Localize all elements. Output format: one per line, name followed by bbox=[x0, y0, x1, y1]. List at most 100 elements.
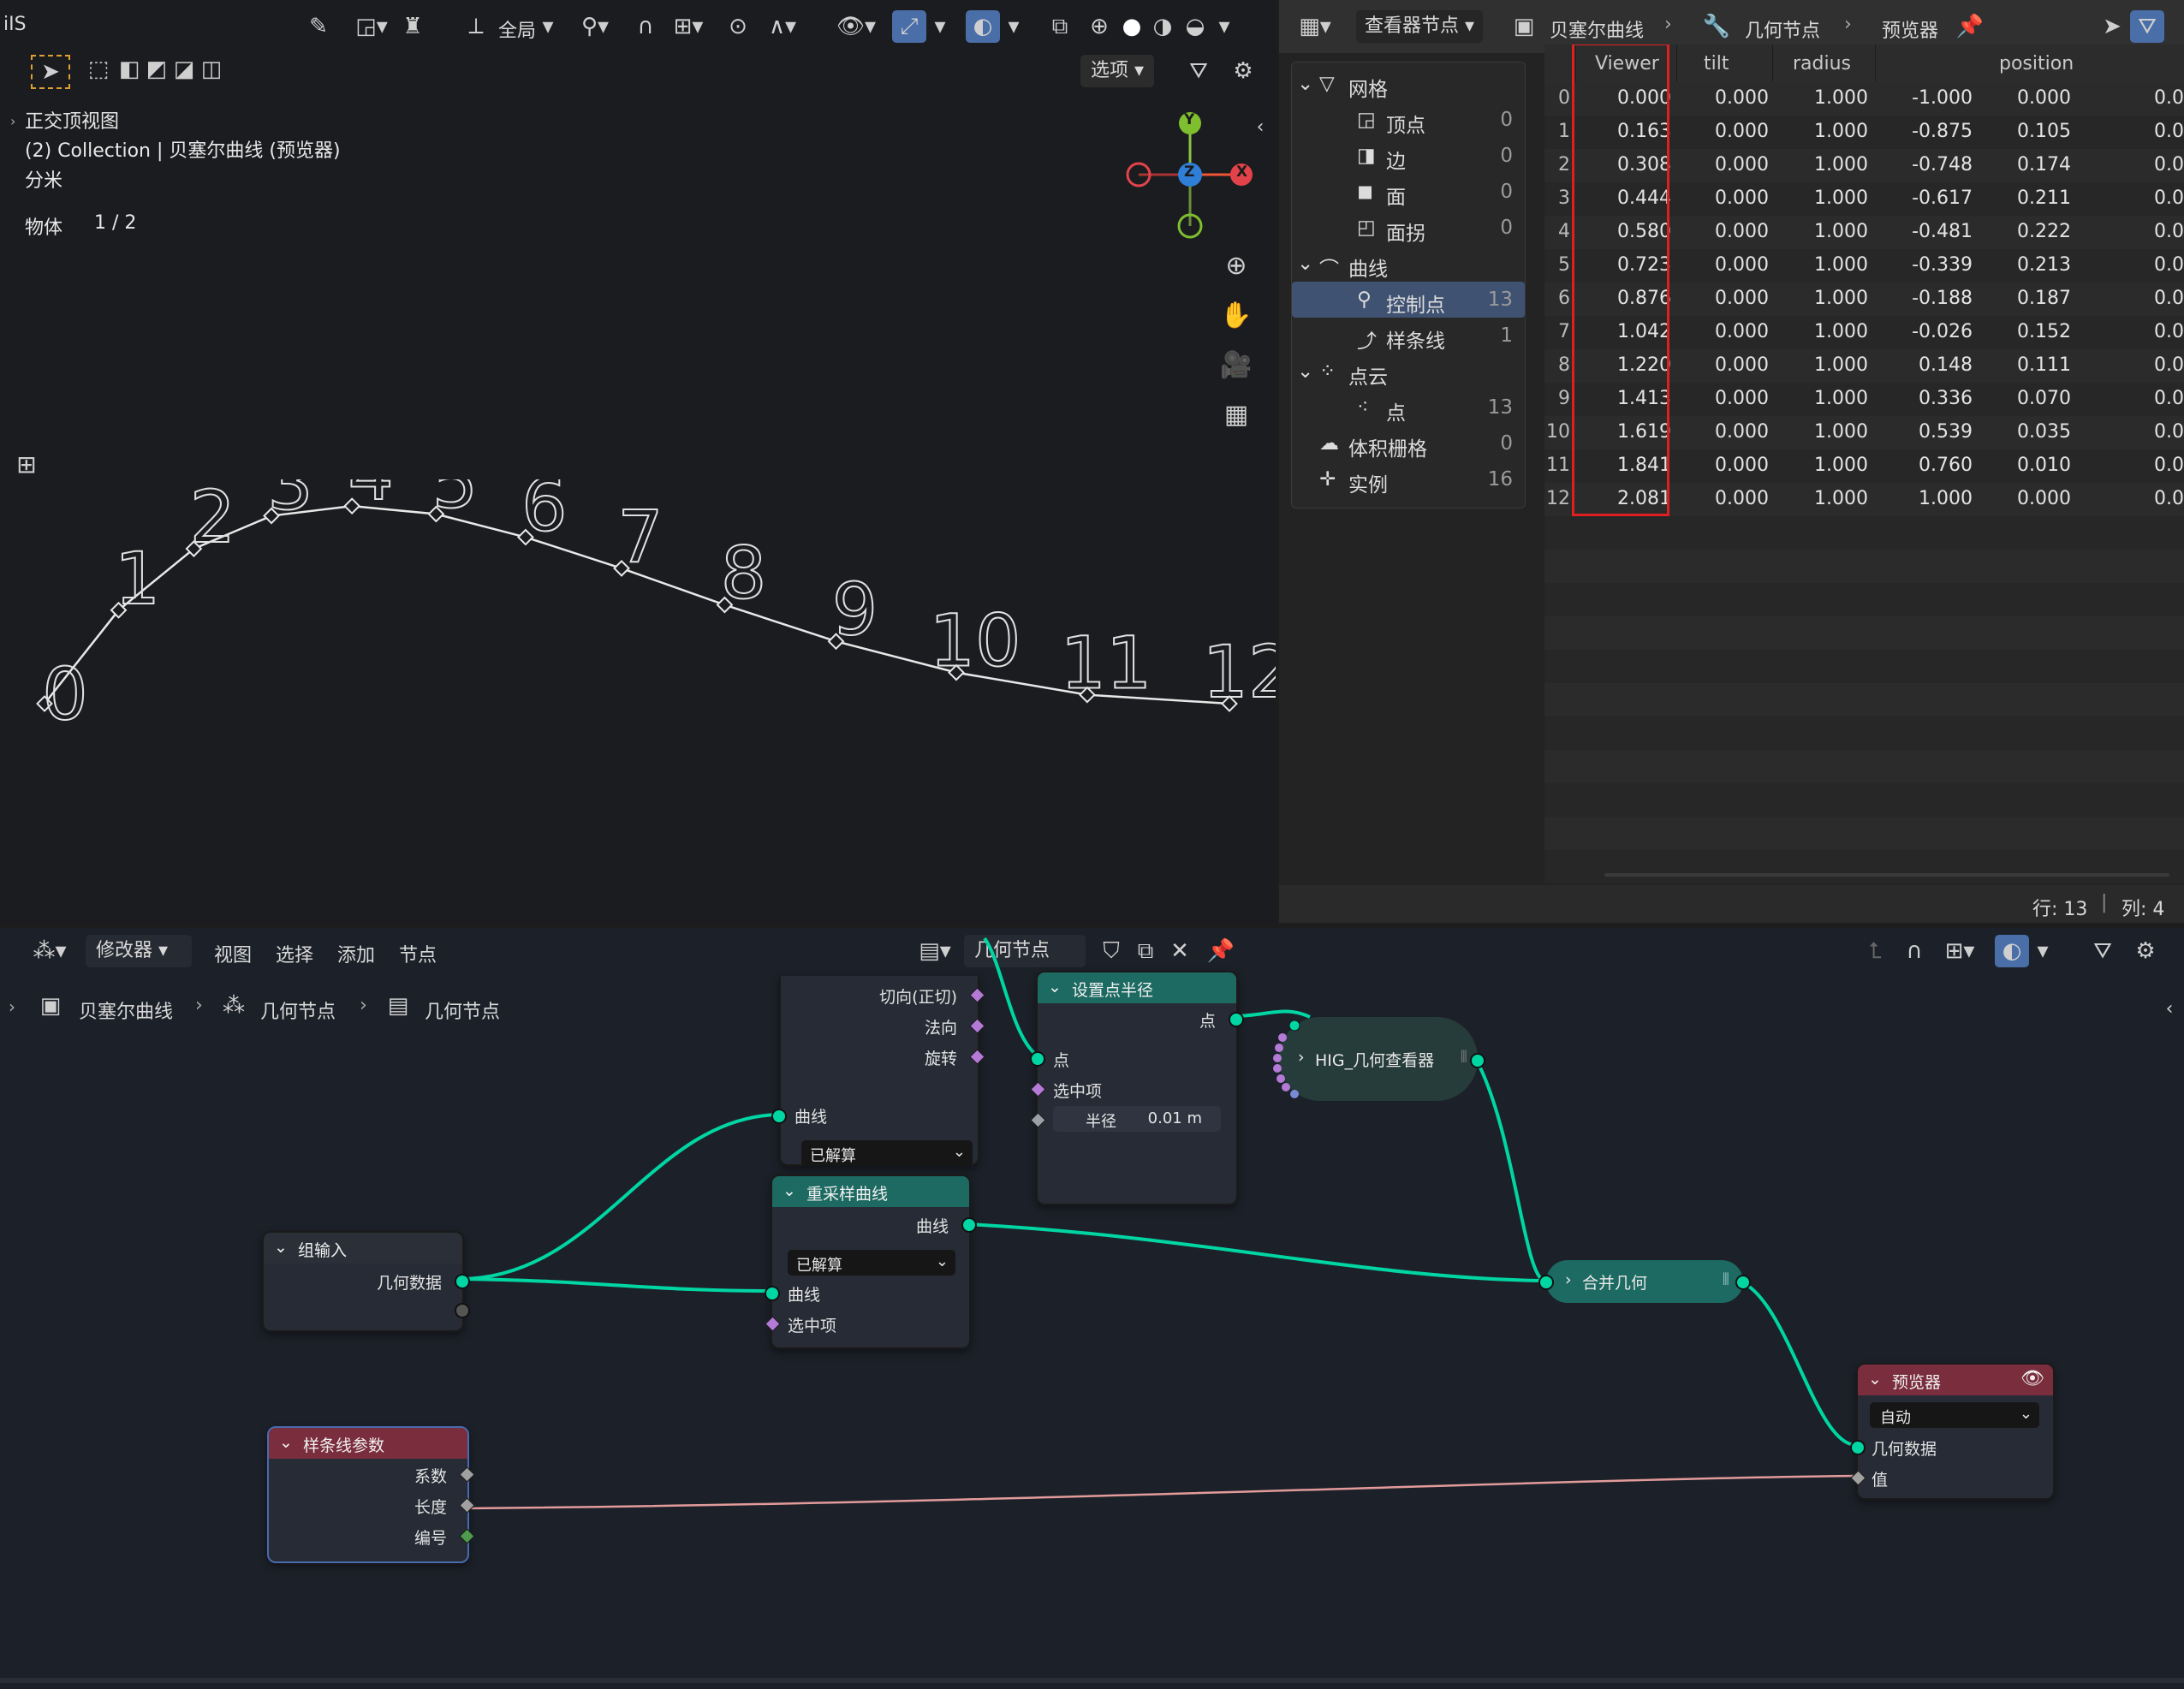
expand-arrow-icon[interactable]: › bbox=[10, 113, 15, 129]
wireframe-shading-icon[interactable]: ⊕ bbox=[1082, 10, 1116, 43]
filter-icon[interactable]: ⛛ bbox=[2130, 10, 2164, 43]
outline-item[interactable]: ◨ 边 0 bbox=[1292, 138, 1525, 174]
chevron-down-icon[interactable]: ▾ bbox=[930, 10, 950, 43]
select-subtract-icon[interactable]: ◩ bbox=[142, 53, 171, 86]
outline-item[interactable]: ⚲ 控制点 13 bbox=[1292, 282, 1525, 318]
output-geometry-socket[interactable] bbox=[1735, 1275, 1751, 1290]
chevron-down-icon[interactable]: ⌄ bbox=[1297, 73, 1313, 95]
output-geometry-socket[interactable] bbox=[455, 1274, 470, 1289]
gear-icon[interactable]: ⚙ bbox=[1226, 55, 1260, 87]
spline-parameter-node[interactable]: ⌄ 样条线参数 系数 长度 编号 bbox=[267, 1426, 475, 1563]
global-label[interactable]: 全局 bbox=[498, 15, 536, 43]
material-shading-icon[interactable]: ◑ bbox=[1146, 10, 1180, 43]
brush-icon[interactable]: ♜ bbox=[396, 10, 430, 43]
chevron-down-icon[interactable]: ⌄ bbox=[1297, 253, 1313, 275]
outline-item[interactable]: ⁖ 点 13 bbox=[1292, 390, 1525, 425]
hand-icon[interactable]: ✋ bbox=[1217, 300, 1255, 332]
snap-target-icon[interactable]: ⊞▾ bbox=[663, 10, 714, 43]
node-header[interactable]: ⌄ 组输入 bbox=[264, 1233, 462, 1264]
editor-type-icon[interactable]: ▦▾ bbox=[1291, 10, 1339, 43]
viewer-node-dropdown[interactable]: 查看器节点 ▾ bbox=[1356, 10, 1484, 43]
select-invert-icon[interactable]: ◪ bbox=[170, 53, 199, 86]
domain-dropdown[interactable]: 自动 ⌄ bbox=[1870, 1402, 2039, 1428]
pin-icon[interactable]: 📌 bbox=[1955, 10, 1985, 43]
join-geometry-node[interactable]: › 合并几何 ⦀ bbox=[1538, 1260, 1751, 1303]
output-empty-socket[interactable] bbox=[455, 1303, 470, 1318]
drag-handle-icon[interactable]: ⦀ bbox=[1723, 1270, 1729, 1289]
outline-item[interactable]: ☁ 体积栅格 0 bbox=[1292, 425, 1525, 461]
viewport-3d[interactable]: iIS ✎ ◲▾ ♜ ⟂ 全局 ▾ ⚲▾ ∩ ⊞▾ ⊙ ∧▾ 👁▾ ⤢ ▾ ◐ … bbox=[0, 0, 1276, 923]
options-dropdown[interactable]: 选项 ▾ bbox=[1080, 55, 1155, 87]
output-curve-socket[interactable] bbox=[961, 1217, 977, 1233]
outline-item[interactable]: ◼ 面 0 bbox=[1292, 174, 1525, 210]
column-header[interactable]: tilt bbox=[1704, 53, 1729, 74]
cursor-select-icon[interactable]: ➤ bbox=[2098, 10, 2127, 43]
solid-shading-icon[interactable]: ● bbox=[1115, 10, 1149, 43]
hig-viewer-group-node[interactable]: › HIG_几何查看器 ⦀ bbox=[1279, 1017, 1485, 1101]
visibility-icon[interactable]: 👁▾ bbox=[830, 10, 882, 43]
chevron-down-icon[interactable]: ⌄ bbox=[1297, 360, 1313, 383]
overlay-icon[interactable]: ◐ bbox=[966, 10, 1000, 43]
filter-icon[interactable]: ⛛ bbox=[1181, 55, 1216, 87]
falloff-icon[interactable]: ∧▾ bbox=[757, 10, 808, 43]
column-header[interactable]: radius bbox=[1793, 53, 1851, 74]
eyedropper-icon[interactable]: ✎ bbox=[301, 10, 336, 43]
grid-icon[interactable]: ▦ bbox=[1217, 399, 1255, 431]
input-geometry-socket[interactable] bbox=[1850, 1440, 1866, 1455]
xray-icon[interactable]: ⧉ bbox=[1043, 10, 1077, 43]
toolbar-toggle-icon[interactable]: ⊞ bbox=[12, 449, 41, 481]
outline-item[interactable]: ⌄ ⌒ 曲线 bbox=[1292, 246, 1525, 282]
chevron-down-icon[interactable]: ▾ bbox=[1003, 10, 1024, 43]
column-header[interactable]: position bbox=[1999, 53, 2074, 74]
viewer-node[interactable]: ⌄ 预览器 👁 自动 ⌄ 几何数据 值 bbox=[1850, 1363, 2055, 1500]
input-points-socket[interactable] bbox=[1030, 1051, 1045, 1067]
input-curve-socket[interactable] bbox=[771, 1109, 787, 1124]
node-header[interactable]: ⌄ 设置点半径 bbox=[1038, 972, 1236, 1003]
node-editor[interactable]: ⁂▾ 修改器 ▾ 视图 选择 添加 节点 ▤▾ 几何节点 ⛉ ⧉ ✕ 📌 ⮤ ∩… bbox=[0, 928, 2184, 1689]
breadcrumb-viewer[interactable]: 预览器 bbox=[1882, 15, 1938, 43]
node-header[interactable]: ⌄ 样条线参数 bbox=[269, 1428, 467, 1459]
outline-item[interactable]: ⌄ ▽ 网格 bbox=[1292, 66, 1525, 102]
select-extend-icon[interactable]: ◧ bbox=[115, 53, 144, 86]
outline-item[interactable]: ◰ 面拐 0 bbox=[1292, 210, 1525, 246]
gizmo-toggle-icon[interactable]: ⤢ bbox=[892, 10, 926, 43]
horizontal-scrollbar[interactable] bbox=[0, 1678, 2184, 1683]
outline-item[interactable]: ✛ 实例 16 bbox=[1292, 461, 1525, 497]
camera-icon[interactable]: 🎥 bbox=[1217, 349, 1255, 382]
select-box-icon[interactable]: ⬚ bbox=[80, 53, 116, 86]
select-tool-icon[interactable]: ➤ bbox=[31, 55, 70, 89]
collapse-arrow-icon[interactable]: ‹ bbox=[1252, 111, 1269, 144]
radius-field[interactable]: 半径 0.01 m bbox=[1053, 1106, 1221, 1132]
curve-info-node[interactable]: 切向(正切) 法向 旋转 已解算 ⌄ bbox=[779, 976, 985, 1166]
chevron-down-icon[interactable]: ▾ bbox=[538, 10, 558, 43]
transform-orientation-icon[interactable]: ⟂ bbox=[459, 10, 493, 43]
evaluated-dropdown[interactable]: 已解算 ⌄ bbox=[801, 1140, 973, 1166]
outline-item[interactable]: ⤴ 样条线 1 bbox=[1292, 318, 1525, 354]
input-geometry-socket[interactable] bbox=[1538, 1275, 1554, 1290]
breadcrumb-modifier[interactable]: 几何节点 bbox=[1745, 15, 1820, 43]
mode-dropdown[interactable]: 已解算 ⌄ bbox=[788, 1250, 955, 1276]
eye-icon[interactable]: 👁 bbox=[2020, 1368, 2044, 1389]
set-point-radius-node[interactable]: ⌄ 设置点半径 点 点 选中项 半径 0.01 m bbox=[1030, 971, 1244, 1205]
chevron-down-icon[interactable]: ▾ bbox=[1214, 10, 1235, 43]
output-geometry-socket[interactable] bbox=[1470, 1053, 1485, 1068]
input-curve-socket[interactable] bbox=[765, 1286, 780, 1301]
group-input-node[interactable]: ⌄ 组输入 几何数据 bbox=[262, 1231, 470, 1332]
pivot-icon[interactable]: ⚲▾ bbox=[570, 10, 620, 43]
snap-icon[interactable]: ∩ bbox=[628, 10, 663, 43]
outline-item[interactable]: ⌄ ⁘ 点云 bbox=[1292, 354, 1525, 390]
horizontal-scrollbar[interactable] bbox=[1604, 873, 2169, 877]
drag-handle-icon[interactable]: ⦀ bbox=[1461, 1048, 1467, 1067]
group-input-sockets[interactable] bbox=[1271, 1020, 1305, 1106]
output-points-socket[interactable] bbox=[1229, 1012, 1244, 1027]
render-shading-icon[interactable]: ◒ bbox=[1178, 10, 1212, 43]
outline-item[interactable]: ◲ 顶点 0 bbox=[1292, 102, 1525, 138]
resample-curve-node[interactable]: ⌄ 重采样曲线 曲线 已解算 ⌄ 曲线 选中项 bbox=[765, 1175, 977, 1349]
zoom-icon[interactable]: ⊕ bbox=[1217, 250, 1255, 282]
node-header[interactable]: ⌄ 重采样曲线 bbox=[772, 1176, 969, 1207]
snap-curve-icon[interactable]: ◲▾ bbox=[346, 10, 397, 43]
node-header[interactable]: ⌄ 预览器 👁 bbox=[1858, 1365, 2053, 1395]
proportional-edit-icon[interactable]: ⊙ bbox=[721, 10, 755, 43]
select-intersect-icon[interactable]: ◫ bbox=[197, 53, 226, 86]
breadcrumb-object[interactable]: 贝塞尔曲线 bbox=[1550, 15, 1644, 43]
